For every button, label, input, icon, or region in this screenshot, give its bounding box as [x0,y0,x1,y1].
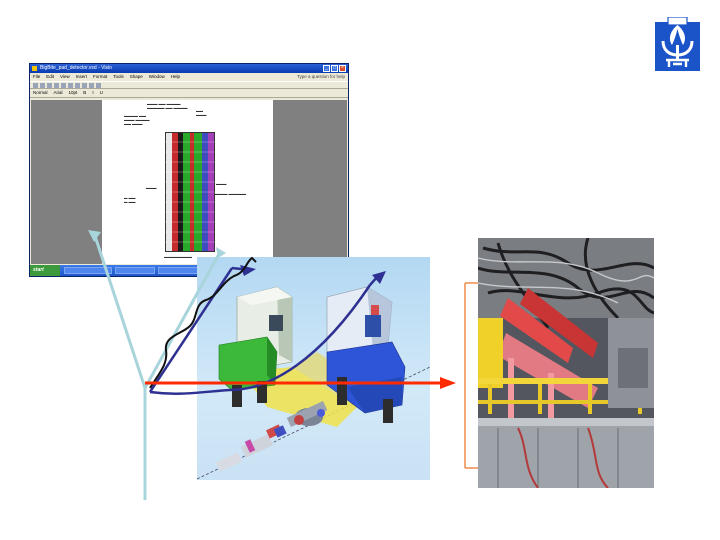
open-icon[interactable] [40,83,45,88]
beam-arrow-icon [440,377,456,389]
menu-window[interactable]: Window [149,73,165,81]
diagram-bottom-label: ▬▬▬▬▬▬▬▬ [164,255,192,259]
maximize-icon[interactable]: □ [331,65,338,72]
zoom-icon[interactable] [96,83,101,88]
bold-button[interactable]: B [83,89,86,97]
font-select[interactable]: Arial [54,89,63,97]
taskbar-item[interactable] [158,267,198,274]
visio-app-icon [32,66,37,71]
taskbar-item[interactable] [64,267,112,274]
start-button[interactable]: start [30,265,60,276]
photo-frame [464,282,478,469]
detector-grid-lines [165,141,215,243]
menu-insert[interactable]: Insert [76,73,87,81]
print-icon[interactable] [54,83,59,88]
taskbar-item[interactable] [115,267,155,274]
menu-help[interactable]: Help [171,73,180,81]
paste-icon[interactable] [75,83,80,88]
menu-file[interactable]: File [33,73,40,81]
menu-format[interactable]: Format [93,73,107,81]
drawing-workspace[interactable]: ▬▬▬ ▬▬ ▬▬▬▬ ▬▬▬▬▬ ▬▬ ▬▬▬▬ ▬▬▬▬ ▬▬ ▬▬▬ ▬▬▬▬… [31,100,347,264]
close-icon[interactable]: × [339,65,346,72]
italic-button[interactable]: I [92,89,93,97]
underline-button[interactable]: U [100,89,103,97]
drawing-page[interactable]: ▬▬▬ ▬▬ ▬▬▬▬ ▬▬▬▬▬ ▬▬ ▬▬▬▬ ▬▬▬▬ ▬▬ ▬▬▬ ▬▬▬▬… [102,100,273,264]
menu-tools[interactable]: Tools [113,73,124,81]
menu-shape[interactable]: Shape [130,73,143,81]
new-icon[interactable] [33,83,38,88]
undo-icon[interactable] [82,83,87,88]
detector-photograph [478,238,654,488]
menu-edit[interactable]: Edit [46,73,54,81]
window-title-bar: BigBite_pad_detector.vsd - Visio _ □ × [30,64,348,73]
visio-screenshot-window: BigBite_pad_detector.vsd - Visio _ □ × F… [29,63,349,277]
redo-icon[interactable] [89,83,94,88]
minimize-icon[interactable]: _ [323,65,330,72]
diagram-top-notes: ▬▬ ▬▬▬ [196,109,207,117]
cut-icon[interactable] [61,83,66,88]
help-search-input[interactable]: Type a question for help [297,73,345,81]
diagram-right-label-2: ▬▬▬▬▬ ▬▬▬▬▬ [210,192,246,196]
save-icon[interactable] [47,83,52,88]
window-controls: _ □ × [323,65,346,72]
formatting-toolbar: Normal Arial 10pt B I U [30,89,348,98]
diagram-mid-label: ▬▬▬ [146,186,157,190]
standard-toolbar [30,81,348,89]
diagram-right-label: ▬▬▬ [216,182,227,186]
diagram-header-text: ▬▬▬ ▬▬ ▬▬▬▬ ▬▬▬▬▬ ▬▬ ▬▬▬▬ [147,102,188,110]
diagram-left-notes: ▬▬▬▬ ▬▬ ▬▬▬ ▬▬▬▬ ▬▬ ▬▬▬ [124,114,150,126]
copy-icon[interactable] [68,83,73,88]
menu-bar: File Edit View Insert Format Tools Shape… [30,73,348,81]
menu-view[interactable]: View [60,73,70,81]
university-emblem-icon [654,16,701,72]
style-select[interactable]: Normal [33,89,48,97]
window-title: BigBite_pad_detector.vsd - Visio [40,65,112,71]
diagram-left-label: ▬ ▬▬ ▬ ▬▬ [124,196,136,204]
spectrometer-3d-model [197,257,430,480]
size-select[interactable]: 10pt [69,89,78,97]
